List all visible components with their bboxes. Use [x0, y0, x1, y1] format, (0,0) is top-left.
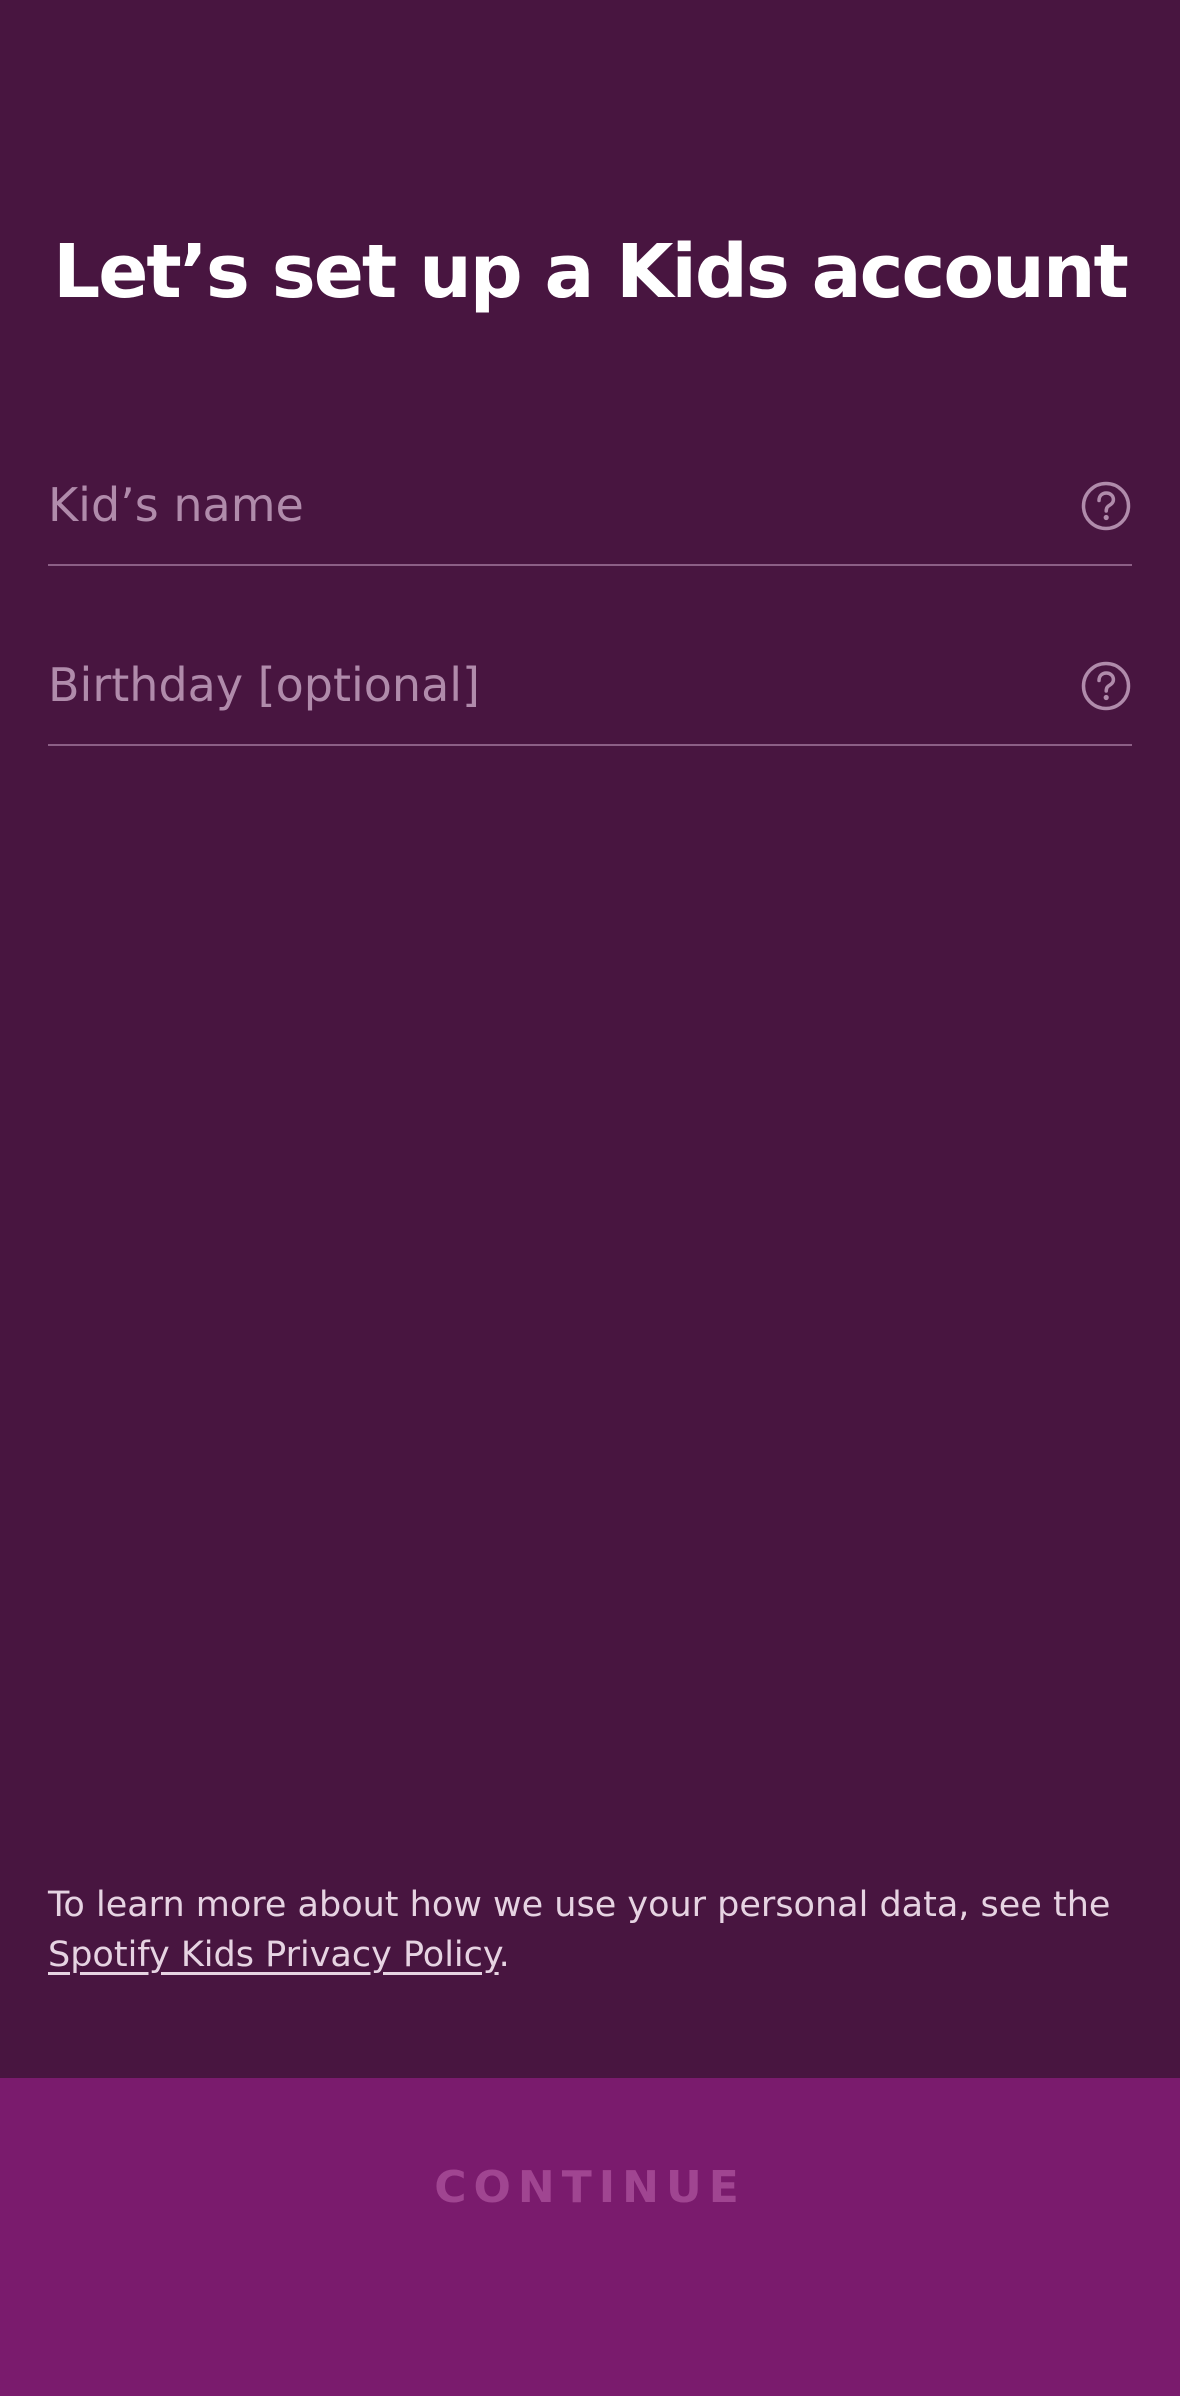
continue-button[interactable]: CONTINUE — [0, 2078, 1180, 2296]
privacy-notice-text: To learn more about how we use your pers… — [48, 1885, 1111, 1925]
privacy-notice-period: . — [498, 1935, 510, 1975]
kids-account-setup-screen: Let’s set up a Kids account To learn mor… — [0, 0, 1180, 2396]
footer-bar: CONTINUE — [0, 2078, 1180, 2396]
privacy-notice: To learn more about how we use your pers… — [48, 1880, 1138, 1980]
kid-name-input[interactable] — [48, 446, 1028, 564]
page-title: Let’s set up a Kids account — [53, 229, 1129, 315]
question-circle-icon[interactable] — [1080, 660, 1132, 712]
question-circle-icon[interactable] — [1080, 480, 1132, 532]
privacy-policy-link[interactable]: Spotify Kids Privacy Policy — [48, 1935, 499, 1975]
birthday-field — [48, 626, 1132, 746]
kid-name-field — [48, 446, 1132, 566]
birthday-input[interactable] — [48, 626, 1028, 744]
